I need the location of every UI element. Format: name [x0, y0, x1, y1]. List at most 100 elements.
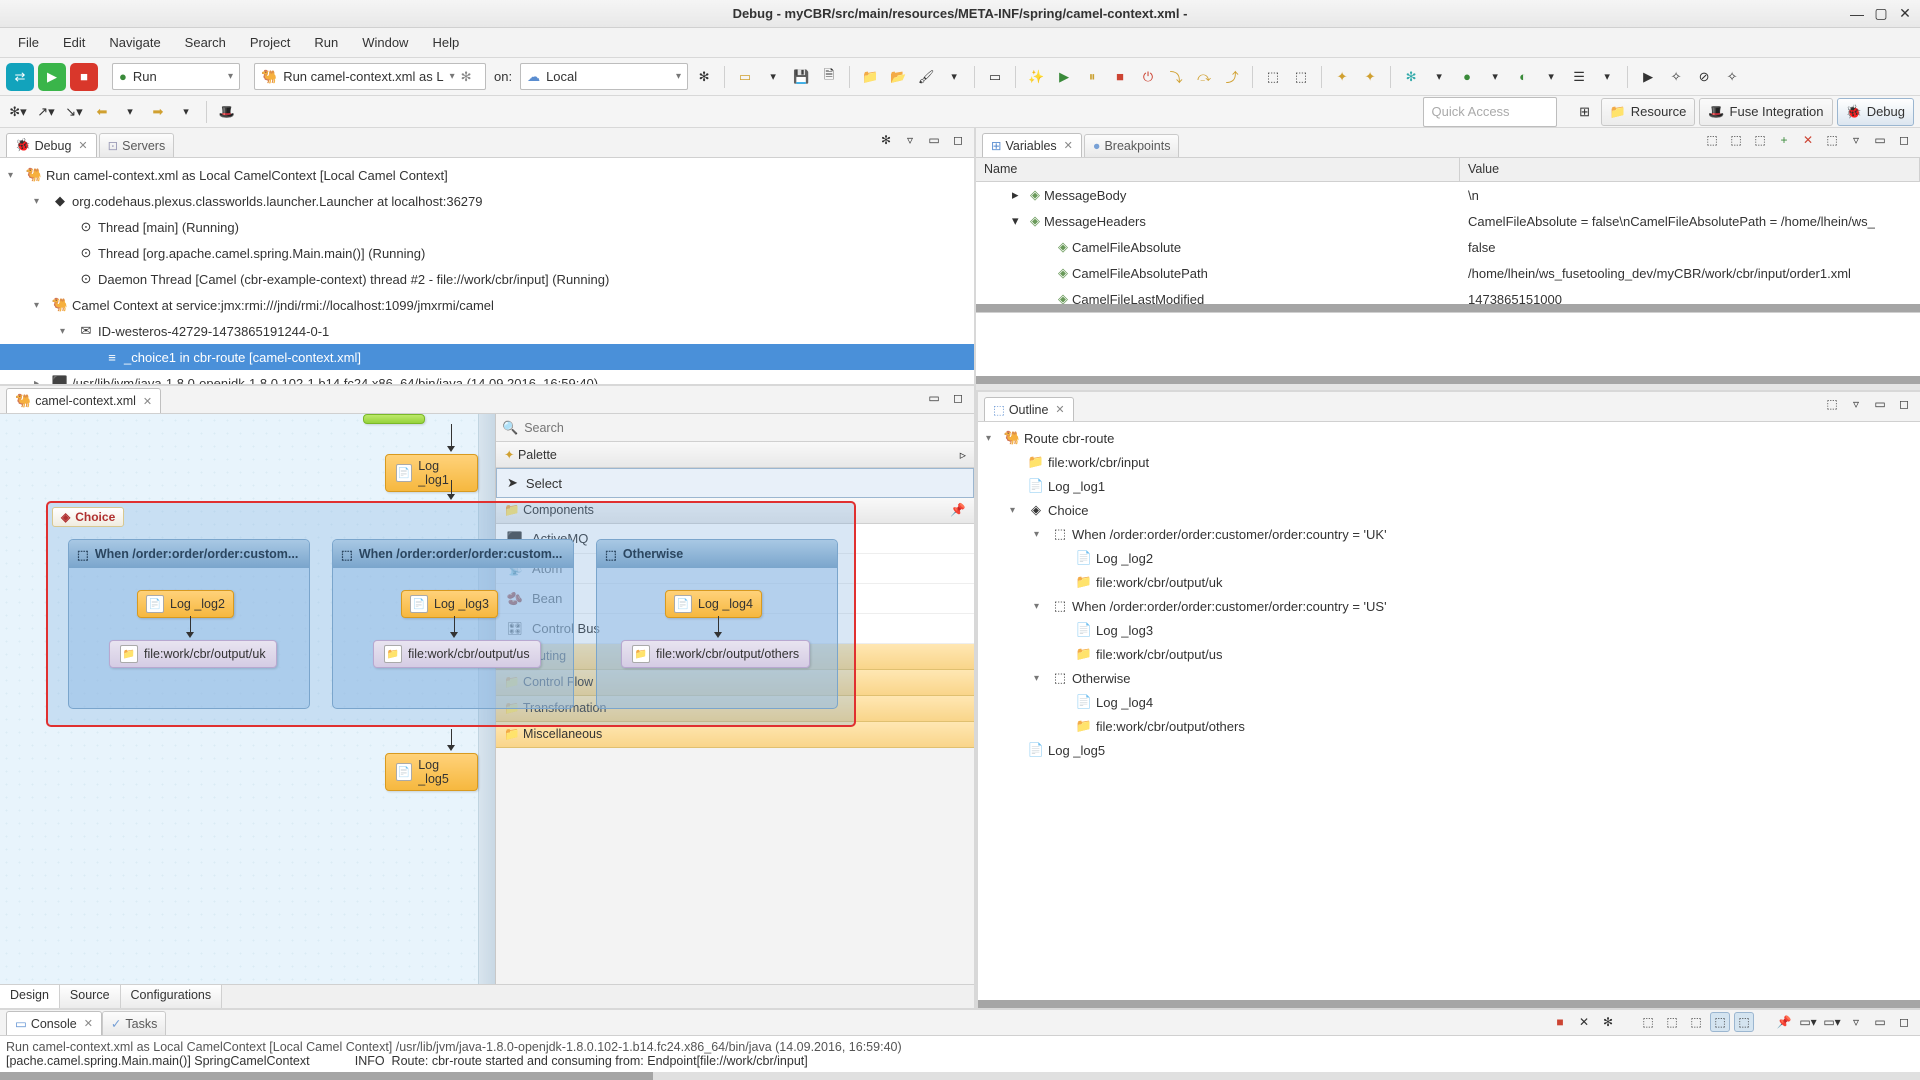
scrolllock-icon[interactable]: ⬚ [1710, 1012, 1730, 1032]
maximize-icon[interactable]: ◻ [948, 130, 968, 150]
remove-icon[interactable]: ✕ [1574, 1012, 1594, 1032]
tab-source[interactable]: Source [60, 985, 121, 1008]
expand-icon[interactable]: ▾ [60, 326, 74, 337]
expand-icon[interactable]: ▾ [8, 170, 22, 181]
chevron-down-icon[interactable]: ▾ [1427, 65, 1451, 89]
outline-tree-row[interactable]: 📄Log _log2 [978, 546, 1920, 570]
tab-outline[interactable]: ⬚ Outline ✕ [984, 397, 1074, 421]
menu-run[interactable]: Run [304, 31, 348, 54]
tab-console[interactable]: ▭ Console ✕ [6, 1011, 102, 1035]
wand-icon[interactable]: ✨ [1024, 65, 1048, 89]
outline-tree-row[interactable]: 📄Log _log1 [978, 474, 1920, 498]
perspective-fuse[interactable]: 🎩Fuse Integration [1699, 98, 1832, 126]
tab-servers[interactable]: ⊡ Servers [99, 133, 175, 157]
redhat-icon[interactable]: 🎩 [215, 100, 239, 124]
minimize-icon[interactable]: ▭ [1870, 394, 1890, 414]
outline-tree-row[interactable]: ▾◈Choice [978, 498, 1920, 522]
outline-tree-row[interactable]: ▾⬚When /order:order/order:customer/order… [978, 522, 1920, 546]
when-container-2[interactable]: ⬚ When /order:order/order:custom... 📄 Lo… [332, 539, 574, 709]
tool-icon[interactable]: ✧ [1664, 65, 1688, 89]
perspective-resource[interactable]: 📁Resource [1601, 98, 1696, 126]
paint-icon[interactable]: 🖌 [914, 65, 938, 89]
saveall-icon[interactable]: 🗎 [817, 65, 841, 89]
view-tool-icon[interactable]: ✻ [876, 130, 896, 150]
outline-tree-row[interactable]: 📁file:work/cbr/output/others [978, 714, 1920, 738]
debug-tree-row[interactable]: ⊙Thread [org.apache.camel.spring.Main.ma… [0, 240, 974, 266]
tool-icon[interactable]: ✦ [1330, 65, 1354, 89]
debug-tree-row[interactable]: ▸⬛/usr/lib/jvm/java-1.8.0-openjdk-1.8.0.… [0, 370, 974, 384]
log-node-log1[interactable]: 📄 Log _log1 [385, 454, 478, 492]
suspend-icon[interactable]: ⏸ [1080, 65, 1104, 89]
palette-header[interactable]: ✦ Palette ▹ [496, 442, 974, 468]
new-icon[interactable]: ▭ [733, 65, 757, 89]
tool-icon[interactable]: ⬚ [1822, 130, 1842, 150]
console-output[interactable]: Run camel-context.xml as Local CamelCont… [0, 1036, 1920, 1080]
maximize-icon[interactable]: ◻ [1894, 394, 1914, 414]
expand-icon[interactable]: ▾ [986, 433, 1000, 444]
maximize-icon[interactable]: ▢ [1874, 7, 1888, 21]
close-icon[interactable]: ✕ [1898, 7, 1912, 21]
tool-icon[interactable]: ✦ [1358, 65, 1382, 89]
outline-tree-row[interactable]: 📄Log _log3 [978, 618, 1920, 642]
minimize-icon[interactable]: ▭ [924, 130, 944, 150]
perspective-debug[interactable]: 🐞Debug [1837, 98, 1915, 126]
tool-icon[interactable]: ⬚ [1638, 1012, 1658, 1032]
usefilters-icon[interactable]: ⬚ [1289, 65, 1313, 89]
route-canvas[interactable]: 📄 Log _log1 ◈ Choice [0, 414, 974, 984]
expand-icon[interactable]: ▾ [34, 196, 48, 207]
maximize-icon[interactable]: ◻ [1894, 130, 1914, 150]
play-icon[interactable]: ▶ [1636, 65, 1660, 89]
column-name-header[interactable]: Name [976, 158, 1460, 181]
debug-tree-row[interactable]: ⊙Thread [main] (Running) [0, 214, 974, 240]
choice-container[interactable]: ◈ Choice ⬚ When /order:order/order:custo… [46, 501, 856, 727]
chevron-down-icon[interactable]: ▾ [1539, 65, 1563, 89]
terminate-icon[interactable]: ■ [1108, 65, 1132, 89]
view-menu-icon[interactable]: ▿ [1846, 1012, 1866, 1032]
outline-tree-row[interactable]: 📁file:work/cbr/output/us [978, 642, 1920, 666]
expand-icon[interactable]: ▾ [1010, 505, 1024, 516]
save-icon[interactable]: 💾 [789, 65, 813, 89]
outline-tree-row[interactable]: 📁file:work/cbr/input [978, 450, 1920, 474]
close-tab-icon[interactable]: ✕ [84, 1017, 93, 1030]
launch-config-dropdown[interactable]: 🐫 Run camel-context.xml as L ▾ ✻ [254, 63, 486, 90]
remove-icon[interactable]: ✕ [1798, 130, 1818, 150]
log-node-log3[interactable]: 📄 Log _log3 [401, 590, 498, 618]
stop-icon[interactable]: ⊘ [1692, 65, 1716, 89]
view-tool-icon[interactable]: ⬚ [1750, 130, 1770, 150]
debug-tree-row[interactable]: ▾🐫Camel Context at service:jmx:rmi:///jn… [0, 292, 974, 318]
minimize-icon[interactable]: ▭ [1870, 130, 1890, 150]
outline-hscroll[interactable] [978, 1000, 1920, 1008]
variable-row[interactable]: ◈CamelFileAbsolutePath/home/lhein/ws_fus… [976, 260, 1920, 286]
open-console-icon[interactable]: ▭▾ [1822, 1012, 1842, 1032]
variable-row[interactable]: ▸◈MessageBody\n [976, 182, 1920, 208]
tab-tasks[interactable]: ✓ Tasks [102, 1011, 166, 1035]
tab-debug[interactable]: 🐞 Debug ✕ [6, 133, 97, 157]
debug-tree-row[interactable]: ▾✉ID-westeros-42729-1473865191244-0-1 [0, 318, 974, 344]
add-icon[interactable]: + [1774, 130, 1794, 150]
palette-select-tool[interactable]: ➤ Select [496, 468, 974, 498]
expand-icon[interactable]: ▾ [1012, 213, 1026, 229]
from-endpoint-node[interactable] [363, 414, 425, 424]
file-node-uk[interactable]: 📁 file:work/cbr/output/uk [109, 640, 277, 668]
chevron-down-icon[interactable]: ▾ [1595, 65, 1619, 89]
menu-window[interactable]: Window [352, 31, 418, 54]
menu-project[interactable]: Project [240, 31, 300, 54]
folder-icon[interactable]: 📁 [858, 65, 882, 89]
minimize-icon[interactable]: — [1850, 7, 1864, 21]
editor-tab-camel[interactable]: 🐫 camel-context.xml ✕ [6, 388, 161, 413]
view-tool-icon[interactable]: ⬚ [1702, 130, 1722, 150]
variables-hscroll[interactable] [976, 304, 1920, 312]
target-dropdown[interactable]: ☁ Local ▾ [520, 63, 688, 90]
debug-tree-row[interactable]: ▾🐫Run camel-context.xml as Local CamelCo… [0, 162, 974, 188]
coverage-icon[interactable]: ◐ [1511, 65, 1535, 89]
folder-open-icon[interactable]: 📂 [886, 65, 910, 89]
window-icon[interactable]: ▭ [983, 65, 1007, 89]
view-menu-icon[interactable]: ▿ [1846, 130, 1866, 150]
display-icon[interactable]: ▭▾ [1798, 1012, 1818, 1032]
minimize-icon[interactable]: ▭ [1870, 1012, 1890, 1032]
view-menu-icon[interactable]: ▿ [1846, 394, 1866, 414]
outline-tree-row[interactable]: ▾⬚Otherwise [978, 666, 1920, 690]
log-node-log2[interactable]: 📄 Log _log2 [137, 590, 234, 618]
chevron-down-icon[interactable]: ▾ [942, 65, 966, 89]
stepreturn-icon[interactable]: ⤴ [1220, 65, 1244, 89]
